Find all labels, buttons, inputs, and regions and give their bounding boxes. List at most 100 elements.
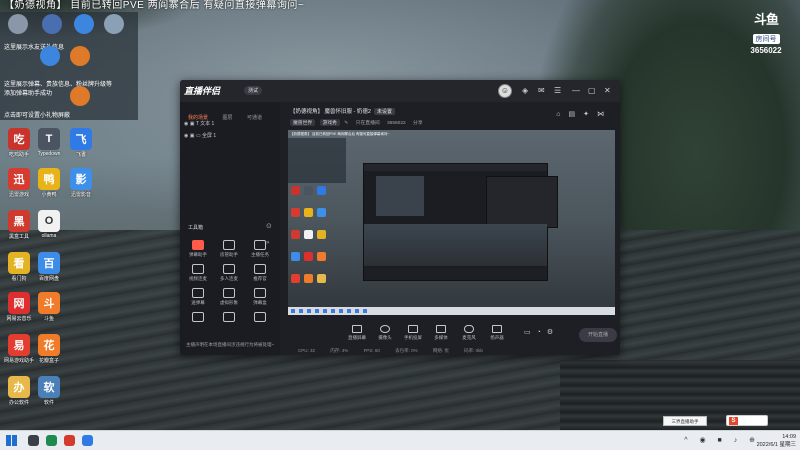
desktop-icon[interactable]: T Typedown [34, 128, 64, 157]
scene-item-text[interactable]: ◉ ▣ T 文本 1 [184, 120, 214, 127]
tool-icon [192, 264, 204, 274]
tab-channels[interactable]: 可通道 [247, 114, 262, 121]
app-titlebar: 直播伴侣 测试 ☺ ◈ ✉ ☰ — ▢ ✕ [180, 80, 620, 102]
tool-item[interactable]: 主播任务 [246, 240, 274, 258]
room-title-text[interactable]: 【奶德视角】 魔兽怀旧服 - 奶德2 [290, 109, 371, 115]
desktop-icon[interactable]: 迅迅雷游戏 [4, 168, 34, 198]
desktop-icon[interactable]: 飞飞書 [66, 128, 96, 158]
settings-icon[interactable]: ⚙ [547, 329, 559, 336]
preview-app-icon [304, 252, 313, 261]
start-icon[interactable] [6, 435, 17, 446]
desktop-icon[interactable]: 黑黑盒工具 [4, 210, 34, 240]
gift-icon[interactable]: ✦ [583, 111, 597, 118]
tool-item[interactable] [246, 312, 274, 324]
room-tag[interactable]: 未设置 [373, 108, 395, 115]
preview-app-icon [304, 208, 313, 217]
taskbar-app-3[interactable] [64, 435, 75, 446]
desktop-icon[interactable]: Oollama [34, 210, 64, 239]
desktop-icon-label: 吃鸡助手 [8, 152, 29, 158]
taskbar-app-1[interactable] [28, 435, 39, 446]
desktop-icon-label: 软件 [43, 400, 54, 406]
screen-capture-button[interactable]: 直播屏幕 [342, 325, 372, 341]
clock[interactable]: 14:09 2022/6/1 星期三 [756, 433, 796, 449]
taskbar-app-4[interactable] [82, 435, 93, 446]
app-icon: 百 [38, 252, 60, 274]
close-icon[interactable]: ✕ [604, 86, 611, 95]
tool-item[interactable]: 虚拟形象 [215, 288, 243, 306]
tool-item[interactable] [215, 312, 243, 324]
tool-item[interactable]: 弹幕盒 [246, 288, 274, 306]
tool-icon [223, 312, 235, 322]
sogou-icon: S [729, 417, 738, 425]
text-icon: T [195, 121, 199, 127]
desktop-icon[interactable]: 易网易游戏助手 [4, 334, 34, 364]
screen-icon [352, 325, 362, 333]
menu-icon[interactable]: ☰ [554, 86, 561, 95]
lock-icon[interactable]: ▣ [190, 133, 195, 139]
desktop-icon[interactable]: 影迅雷影音 [66, 168, 96, 198]
status-memory: 内存: 4% [330, 348, 349, 353]
subcategory-chip[interactable]: 游戏秀 [319, 119, 340, 126]
minimize-icon[interactable]: — [572, 86, 580, 95]
version-badge: 测试 [244, 86, 263, 95]
eye-icon[interactable]: ◉ [184, 133, 188, 139]
tool-item[interactable]: 弹幕助手 [184, 240, 212, 258]
preview-app-icon [317, 252, 326, 261]
start-live-button[interactable]: 开始直播 [579, 328, 617, 342]
desktop-icon[interactable]: 鸭小黄鸭 [34, 168, 64, 198]
phone-cast-label: 手机投屏 [404, 335, 422, 340]
preview-app-icon [291, 274, 300, 283]
edit-icon[interactable]: ✎ [344, 121, 348, 126]
tool-item[interactable]: 多人连麦 [215, 264, 243, 282]
taskbar-app-2[interactable] [46, 435, 57, 446]
user-avatar[interactable]: ☺ [498, 84, 512, 98]
desktop-icon[interactable]: 网网易云音乐 [4, 292, 34, 322]
preview-app-icon [304, 230, 313, 239]
tool-item[interactable]: 推荐官 [246, 264, 274, 282]
tool-item[interactable] [184, 312, 212, 324]
lock-icon[interactable]: ▣ [190, 121, 195, 127]
lock-icon[interactable]: ⌂ [556, 111, 568, 118]
speaker-button[interactable]: 扬声器 [482, 325, 512, 341]
bag-icon[interactable]: ▤ [569, 111, 584, 118]
room-id: 3656022 [387, 121, 406, 126]
desktop-icon[interactable]: 软软件 [34, 376, 64, 406]
category-chip[interactable]: 魔兽世界 [290, 119, 316, 126]
system-tray[interactable]: ^ ◉ ■ ♪ ⊕ [684, 436, 760, 444]
app-icon: T [38, 128, 60, 150]
preview-nested-preview [486, 176, 558, 228]
toolbox-settings-icon[interactable]: ⊙ [266, 222, 272, 230]
collapse-icon[interactable]: » [266, 240, 269, 246]
tool-icon [223, 240, 235, 250]
share-icon[interactable]: ⋈ [597, 111, 612, 118]
tool-item[interactable]: 视频连麦 [184, 264, 212, 282]
tool-item[interactable]: 送弹幕 [184, 288, 212, 306]
stream-preview[interactable]: 【奶德视角】 目前已转回PVE 两阎寨合后 有疑问直接弹幕询问~ [288, 130, 615, 315]
scene-item-fullscreen[interactable]: ◉ ▣ ▭ 全屏 1 [184, 132, 216, 139]
maximize-icon[interactable]: ▢ [588, 86, 596, 95]
record-icon[interactable]: ▭ [524, 329, 537, 336]
tab-layers[interactable]: 图层 [222, 114, 232, 121]
tool-label: 送弹幕 [191, 300, 205, 305]
tool-icon [254, 264, 266, 274]
desktop-icon[interactable]: 百百度网盘 [34, 252, 64, 282]
share-link[interactable]: 分享 [413, 121, 423, 126]
tool-item[interactable]: 房管助手 [215, 240, 243, 258]
desktop-icon[interactable]: 吃吃鸡助手 [4, 128, 34, 158]
message-icon[interactable]: ✉ [538, 86, 545, 95]
phone-cast-button[interactable]: 手机投屏 [398, 325, 428, 341]
desktop-icon[interactable]: 斗斗鱼 [34, 292, 64, 322]
desktop-icon[interactable]: 办办公软件 [4, 376, 34, 406]
tool-icon [223, 264, 235, 274]
desktop-icon[interactable]: 看看门狗 [4, 252, 34, 282]
app-icon: 黑 [8, 210, 30, 232]
media-button[interactable]: 多媒体 [426, 325, 456, 341]
ime-toolbar[interactable]: S [726, 415, 768, 426]
microphone-button[interactable]: 麦克风 [454, 325, 484, 341]
eye-icon[interactable]: ◉ [184, 121, 188, 127]
timer-icon[interactable]: ◔ [537, 329, 547, 336]
desktop-icon[interactable]: 花花瓣盒子 [34, 334, 64, 364]
monitor-icon: ▭ [195, 133, 201, 139]
camera-button[interactable]: 摄像头 [370, 325, 400, 341]
skin-icon[interactable]: ◈ [522, 86, 528, 95]
